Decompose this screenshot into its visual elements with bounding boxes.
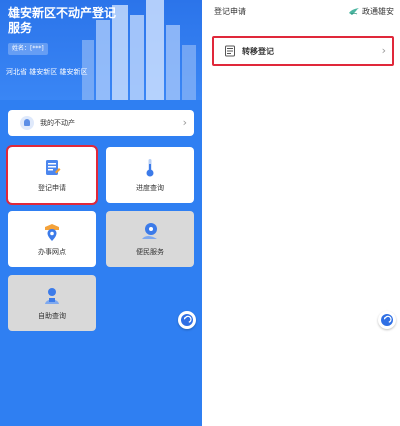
self-query-tile[interactable]: 自助查询 <box>8 275 96 331</box>
top-bar: 登记申请 政通雄安 <box>202 0 400 24</box>
chevron-right-icon: › <box>381 44 386 57</box>
back-button[interactable] <box>178 311 196 329</box>
hero-banner: 雄安新区不动产登记服务 姓名：[***] 河北省 雄安新区 雄安新区 <box>0 0 202 100</box>
home-panel: 雄安新区不动产登记服务 姓名：[***] 河北省 雄安新区 雄安新区 我的不动产… <box>0 0 202 426</box>
user-icon <box>20 116 34 130</box>
tile-label-office: 办事网点 <box>38 248 66 256</box>
location-pin-icon <box>45 224 59 241</box>
my-estate-label: 我的不动产 <box>40 119 75 127</box>
tile-label-progress: 进度查询 <box>136 184 164 192</box>
back-arrow-icon <box>381 314 393 326</box>
transfer-registration-label: 转移登记 <box>242 46 274 56</box>
my-estate-button[interactable]: 我的不动产 › <box>8 110 194 136</box>
user-name-chip: 姓名：[***] <box>8 43 48 55</box>
brand-bird-icon <box>349 7 359 15</box>
thermometer-icon <box>146 159 154 177</box>
tile-label-convenience: 便民服务 <box>136 248 164 256</box>
tile-label-self-query: 自助查询 <box>38 312 66 320</box>
office-location-tile[interactable]: 办事网点 <box>8 211 96 267</box>
transfer-registration-item[interactable]: 转移登记 › <box>212 36 394 66</box>
register-application-tile[interactable]: 登记申请 <box>6 145 98 205</box>
back-arrow-icon <box>181 314 193 326</box>
progress-query-tile[interactable]: 进度查询 <box>106 147 194 203</box>
self-query-icon <box>45 288 59 304</box>
header-title: 登记申请 <box>214 7 246 16</box>
doc-icon <box>225 45 235 57</box>
page-title: 雄安新区不动产登记服务 <box>8 6 117 35</box>
region-text: 河北省 雄安新区 雄安新区 <box>6 68 88 76</box>
chevron-right-icon: › <box>182 116 187 129</box>
back-button-right[interactable] <box>378 311 396 329</box>
brand-text: 政通雄安 <box>362 7 394 16</box>
registration-panel: 登记申请 政通雄安 转移登记 › <box>202 0 400 426</box>
convenience-service-tile[interactable]: 便民服务 <box>106 211 194 267</box>
tile-label-register: 登记申请 <box>38 184 66 192</box>
brand-label: 政通雄安 <box>348 6 394 17</box>
service-icon <box>142 223 157 239</box>
form-icon <box>46 160 61 175</box>
